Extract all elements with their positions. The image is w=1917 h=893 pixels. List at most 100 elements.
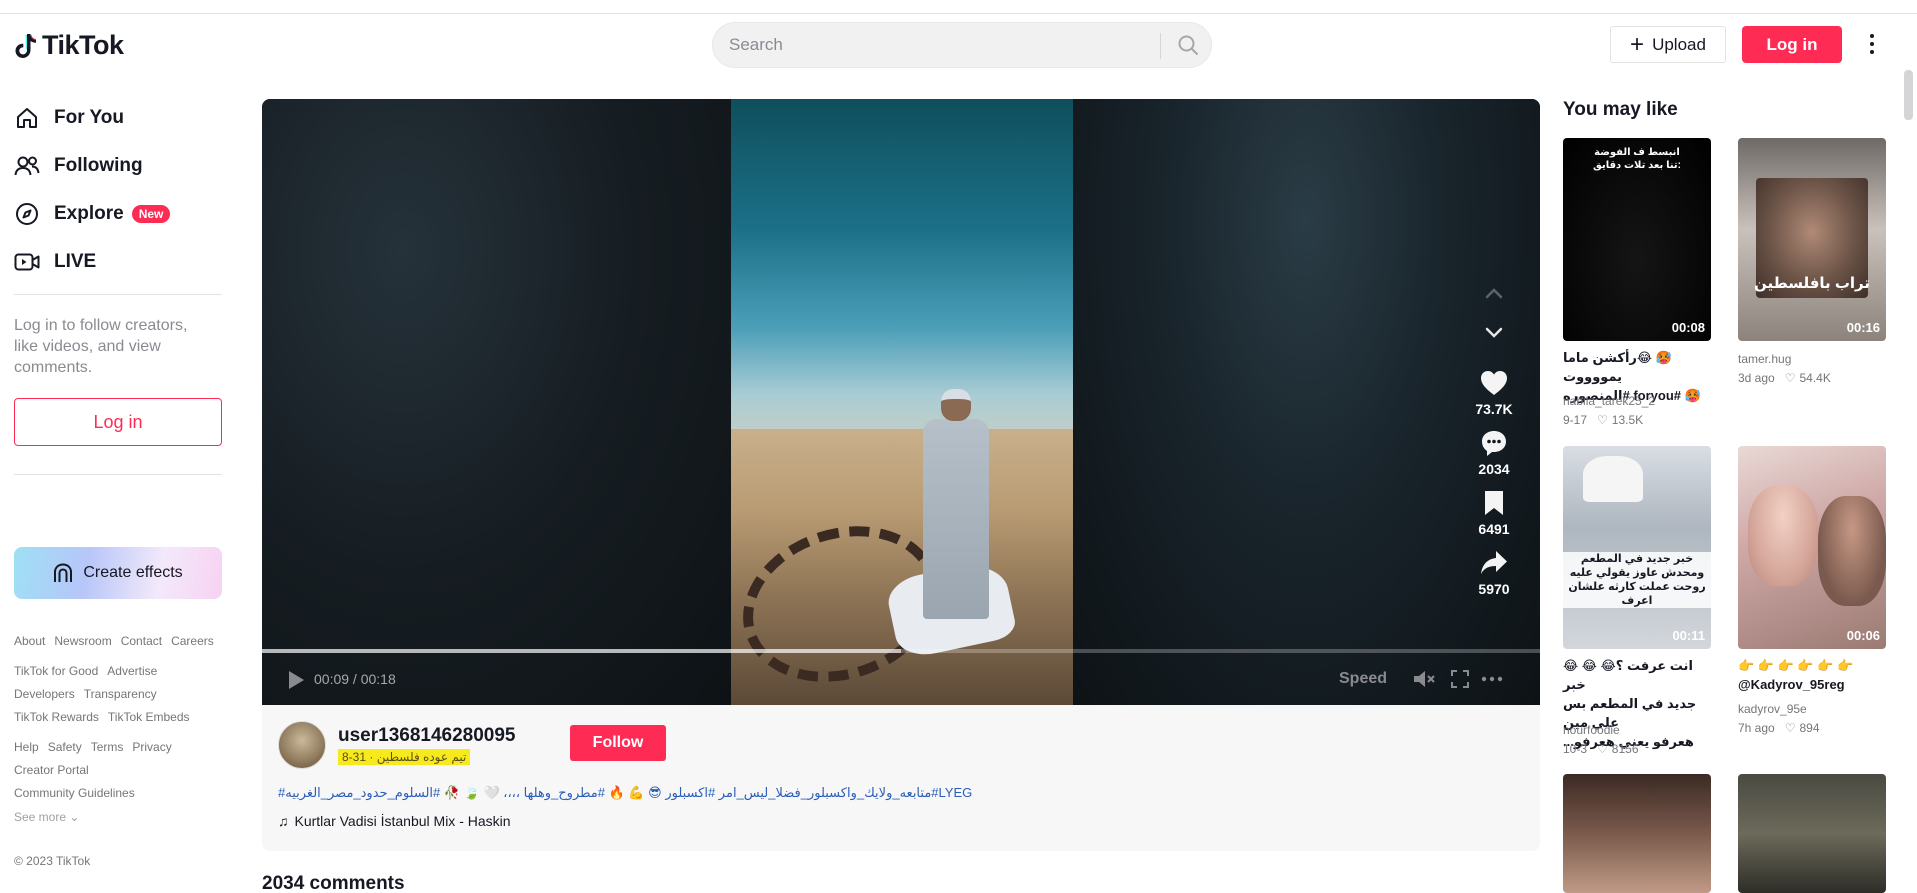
heart-outline-icon: ♡: [1784, 721, 1796, 735]
mute-button[interactable]: [1412, 667, 1436, 691]
new-badge: New: [131, 205, 171, 223]
copyright: © 2023 TikTok: [14, 854, 91, 868]
create-effects-button[interactable]: Create effects: [14, 547, 222, 599]
comment-button[interactable]: 2034: [1466, 427, 1522, 477]
thumbnail-overlay-text: انبسط ف الفوضة تنا بعد تلات دقايق:: [1592, 147, 1682, 171]
create-effects-label: Create effects: [83, 564, 183, 581]
effect-house-icon: [54, 563, 73, 582]
suggested-video-user[interactable]: tamer.hug: [1738, 352, 1791, 366]
footer-link[interactable]: Contact: [121, 634, 162, 648]
volume-muted-icon: [1414, 671, 1435, 687]
author-avatar[interactable]: [278, 721, 326, 769]
video-sky: [731, 99, 1073, 469]
search-divider: [1160, 33, 1161, 59]
search-input[interactable]: [729, 23, 1149, 67]
comments-title: 2034 comments: [262, 873, 405, 893]
music-link[interactable]: ♫ Kurtlar Vadisi İstanbul Mix - Haskin: [278, 813, 511, 829]
footer-link[interactable]: Transparency: [84, 687, 157, 701]
compass-icon: [14, 201, 40, 227]
sidebar-item-label: Explore: [54, 203, 124, 224]
footer-link[interactable]: TikTok Embeds: [108, 710, 190, 724]
suggested-video-thumbnail[interactable]: [1738, 774, 1886, 893]
chevron-down-icon: ⌄: [69, 810, 80, 824]
thumbnail-overlay-text: تراب بافلسطين: [1753, 275, 1871, 292]
tiktok-logo[interactable]: TikTok: [14, 30, 124, 61]
login-button-header[interactable]: Log in: [1742, 26, 1842, 63]
next-video-button[interactable]: [1480, 319, 1508, 347]
upload-button[interactable]: + Upload: [1610, 26, 1726, 63]
footer-link[interactable]: Privacy: [132, 740, 171, 754]
footer-link[interactable]: Creator Portal: [14, 763, 89, 777]
suggested-video-thumbnail[interactable]: تراب بافلسطين 00:16: [1738, 138, 1886, 341]
top-header: TikTok + Upload Log in: [0, 14, 1917, 76]
sidebar-item-explore[interactable]: Explore New: [14, 194, 171, 234]
speed-button[interactable]: Speed: [1339, 670, 1387, 688]
footer-link[interactable]: Careers: [171, 634, 214, 648]
video-info: user1368146280095 8-31 · تيم عوده فلسطين…: [262, 705, 1540, 851]
video-duration: 00:06: [1846, 628, 1880, 643]
footer-link[interactable]: About: [14, 634, 45, 648]
browser-bookmarks-bar: [0, 0, 1917, 14]
previous-video-button[interactable]: [1480, 279, 1508, 307]
play-button[interactable]: [286, 669, 306, 691]
login-button-sidebar[interactable]: Log in: [14, 398, 222, 446]
suggested-video-thumbnail[interactable]: [1563, 774, 1711, 893]
suggested-video-thumbnail[interactable]: خبر جديد في المطعم ومحدش عاوز يقولي عليه…: [1563, 446, 1711, 649]
see-more-button[interactable]: See more ⌄: [14, 810, 79, 824]
sidebar-item-live[interactable]: LIVE: [14, 242, 96, 282]
suggested-video-user[interactable]: kadyrov_95e: [1738, 702, 1807, 716]
footer-link[interactable]: TikTok for Good: [14, 664, 98, 678]
footer-link[interactable]: Safety: [48, 740, 82, 754]
video-person: [921, 389, 991, 619]
like-button[interactable]: 73.7K: [1466, 367, 1522, 417]
suggested-video-meta: 7h ago ♡ 894: [1738, 721, 1820, 735]
video-time: 00:09 / 00:18: [314, 671, 396, 687]
login-hint: Log in to follow creators, like videos, …: [14, 317, 188, 376]
more-options-button[interactable]: [1480, 667, 1504, 691]
video-controls: 00:09 / 00:18 Speed: [262, 659, 1540, 699]
thumbnail-overlay-text: خبر جديد في المطعم ومحدش عاوز يقولي عليه…: [1563, 552, 1711, 608]
suggested-video-user[interactable]: nabila_tarek25_2: [1563, 394, 1655, 408]
author-username[interactable]: user1368146280095: [338, 725, 516, 747]
share-count: 5970: [1478, 581, 1510, 597]
page-scrollbar[interactable]: [1904, 70, 1913, 120]
suggested-video-meta: 9-17 ♡ 13.5K: [1563, 413, 1643, 427]
search-button[interactable]: [1173, 30, 1203, 60]
see-more-label: See more: [14, 810, 67, 824]
video-duration: 00:11: [1672, 628, 1705, 643]
suggested-video-date: 3d ago: [1738, 371, 1775, 385]
suggested-video-thumbnail[interactable]: انبسط ف الفوضة تنا بعد تلات دقايق: 00:08: [1563, 138, 1711, 341]
footer-link[interactable]: Terms: [91, 740, 124, 754]
tiktok-note-icon: [15, 33, 36, 58]
video-caption[interactable]: #متابعه_ولايك_واكسبلور_فضلا_ليس_امر #اكس…: [278, 785, 972, 801]
sidebar-item-following[interactable]: Following: [14, 146, 143, 186]
footer-links-row: Developers Transparency: [14, 687, 157, 701]
video-progress-bar[interactable]: [262, 649, 1540, 653]
footer-link[interactable]: TikTok Rewards: [14, 710, 99, 724]
suggested-video-user[interactable]: nourfoodie: [1563, 723, 1620, 737]
suggestions-title: You may like: [1563, 99, 1678, 120]
share-button[interactable]: 5970: [1466, 547, 1522, 597]
suggested-video-thumbnail[interactable]: 00:06: [1738, 446, 1886, 649]
video-player[interactable]: 73.7K 2034 6491 5970 00:09 / 00:18 Speed: [262, 99, 1540, 705]
search-icon: [1178, 35, 1198, 55]
divider: [14, 294, 222, 295]
suggested-video-likes: 54.4K: [1799, 371, 1831, 385]
footer-link[interactable]: Help: [14, 740, 39, 754]
footer-link[interactable]: Developers: [14, 687, 75, 701]
more-menu-icon[interactable]: [1862, 30, 1882, 58]
footer-links-row: TikTok Rewards TikTok Embeds: [14, 710, 190, 724]
save-button[interactable]: 6491: [1466, 487, 1522, 537]
video-card: 73.7K 2034 6491 5970 00:09 / 00:18 Speed…: [262, 99, 1540, 851]
suggested-video-date: 7h ago: [1738, 721, 1775, 735]
footer-link[interactable]: Newsroom: [54, 634, 111, 648]
share-icon: [1478, 547, 1510, 579]
follow-button[interactable]: Follow: [570, 725, 666, 761]
footer-link[interactable]: Advertise: [107, 664, 157, 678]
video-duration: 00:16: [1846, 320, 1880, 335]
footer-link[interactable]: Community Guidelines: [14, 786, 135, 800]
suggested-video-caption[interactable]: 👉 👉 👉 👉 👉 👉 @Kadyrov_95reg: [1738, 656, 1894, 694]
fullscreen-button[interactable]: [1448, 667, 1472, 691]
chevron-down-icon: [1485, 327, 1503, 338]
sidebar-item-for-you[interactable]: For You: [14, 98, 124, 138]
